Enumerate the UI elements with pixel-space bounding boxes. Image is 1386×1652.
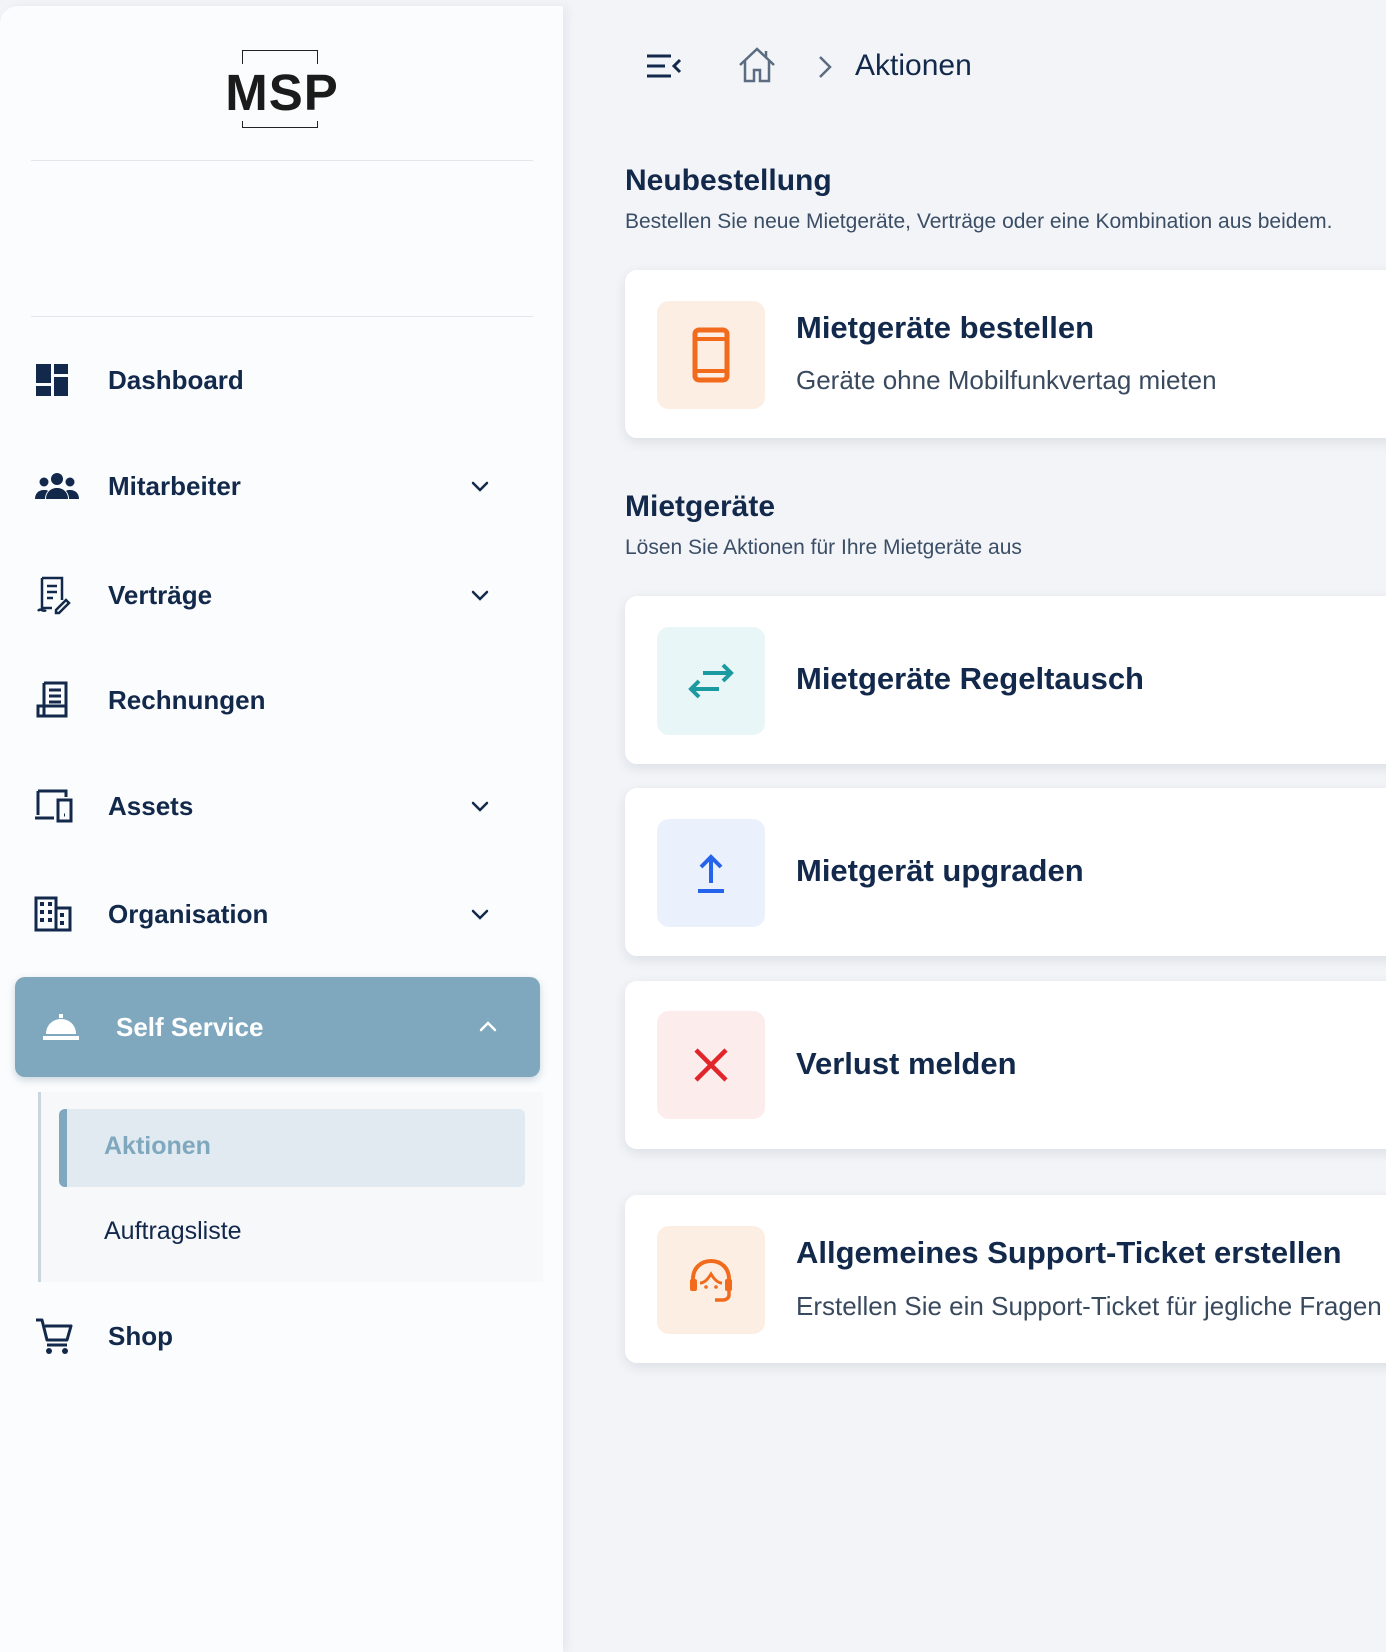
sidebar-item-rechnungen[interactable]: Rechnungen	[34, 670, 512, 730]
chevron-up-icon[interactable]	[476, 1015, 500, 1039]
breadcrumb-current: Aktionen	[855, 49, 972, 82]
submenu-item-auftragsliste[interactable]: Auftragsliste	[59, 1202, 525, 1262]
self-service-row: Self Service	[42, 997, 520, 1057]
self-service-submenu: Aktionen Auftragsliste	[38, 1092, 543, 1282]
support-headset-icon	[657, 1226, 765, 1334]
sidebar-item-shop[interactable]: Shop	[34, 1306, 512, 1366]
invoice-icon	[34, 678, 90, 722]
people-icon	[34, 464, 90, 508]
home-icon[interactable]	[737, 46, 777, 84]
logo-text: MSP	[223, 64, 341, 121]
card-support-ticket[interactable]: Allgemeines Support-Ticket erstellen Ers…	[625, 1195, 1386, 1363]
collapse-menu-icon[interactable]	[645, 52, 683, 82]
msp-logo[interactable]: MSP	[218, 50, 346, 128]
divider	[31, 160, 533, 161]
sidebar-item-assets[interactable]: Assets	[34, 776, 512, 836]
sidebar-item-label: Self Service	[116, 1011, 264, 1042]
sidebar-item-label: Rechnungen	[108, 684, 266, 715]
section-subtitle: Bestellen Sie neue Mietgeräte, Verträge …	[625, 210, 1333, 233]
card-mietgeraete-bestellen[interactable]: Mietgeräte bestellen Geräte ohne Mobilfu…	[625, 270, 1386, 438]
submenu-item-label: Aktionen	[104, 1132, 211, 1160]
card-mietgeraet-upgraden[interactable]: Mietgerät upgraden	[625, 788, 1386, 956]
section-title: Mietgeräte	[625, 490, 776, 523]
submenu-item-label: Auftragsliste	[104, 1217, 242, 1245]
sidebar-item-self-service[interactable]: Self Service	[15, 977, 540, 1077]
sidebar-item-label: Shop	[108, 1320, 173, 1351]
service-bell-icon	[42, 1005, 98, 1049]
card-title: Allgemeines Support-Ticket erstellen	[796, 1235, 1342, 1270]
chevron-down-icon[interactable]	[468, 794, 492, 818]
cart-icon	[34, 1314, 90, 1358]
upload-arrow-icon	[657, 819, 765, 927]
chevron-down-icon[interactable]	[468, 474, 492, 498]
chevron-down-icon[interactable]	[468, 902, 492, 926]
sidebar-item-mitarbeiter[interactable]: Mitarbeiter	[34, 456, 512, 516]
sidebar: MSP Dashboard Mitarbeiter Verträge Rechn…	[0, 6, 563, 1652]
sidebar-item-label: Assets	[108, 790, 194, 821]
sidebar-item-label: Verträge	[108, 579, 213, 610]
tablet-icon	[657, 301, 765, 409]
dashboard-icon	[34, 358, 90, 402]
card-mietgeraete-regeltausch[interactable]: Mietgeräte Regeltausch	[625, 596, 1386, 764]
card-description: Erstellen Sie ein Support-Ticket für jeg…	[796, 1291, 1382, 1321]
submenu-item-aktionen[interactable]: Aktionen	[59, 1109, 525, 1187]
sidebar-item-dashboard[interactable]: Dashboard	[34, 350, 512, 410]
divider	[31, 316, 533, 317]
breadcrumb-chevron-icon	[819, 56, 832, 78]
card-title: Verlust melden	[796, 1046, 1017, 1081]
sidebar-item-label: Organisation	[108, 898, 269, 929]
devices-icon	[34, 784, 90, 828]
chevron-down-icon[interactable]	[468, 583, 492, 607]
sidebar-item-label: Dashboard	[108, 364, 244, 395]
card-title: Mietgerät upgraden	[796, 853, 1084, 888]
swap-arrows-icon	[657, 627, 765, 735]
section-subtitle: Lösen Sie Aktionen für Ihre Mietgeräte a…	[625, 536, 1022, 559]
close-x-icon	[657, 1011, 765, 1119]
main-content: Aktionen Neubestellung Bestellen Sie neu…	[563, 0, 1386, 1652]
sidebar-item-vertraege[interactable]: Verträge	[34, 565, 512, 625]
card-title: Mietgeräte bestellen	[796, 310, 1095, 345]
card-description: Geräte ohne Mobilfunkvertag mieten	[796, 365, 1217, 395]
card-title: Mietgeräte Regeltausch	[796, 661, 1144, 696]
section-title: Neubestellung	[625, 164, 832, 197]
building-icon	[34, 892, 90, 936]
contract-icon	[34, 573, 90, 617]
card-verlust-melden[interactable]: Verlust melden	[625, 981, 1386, 1149]
sidebar-item-organisation[interactable]: Organisation	[34, 884, 512, 944]
sidebar-item-label: Mitarbeiter	[108, 470, 241, 501]
